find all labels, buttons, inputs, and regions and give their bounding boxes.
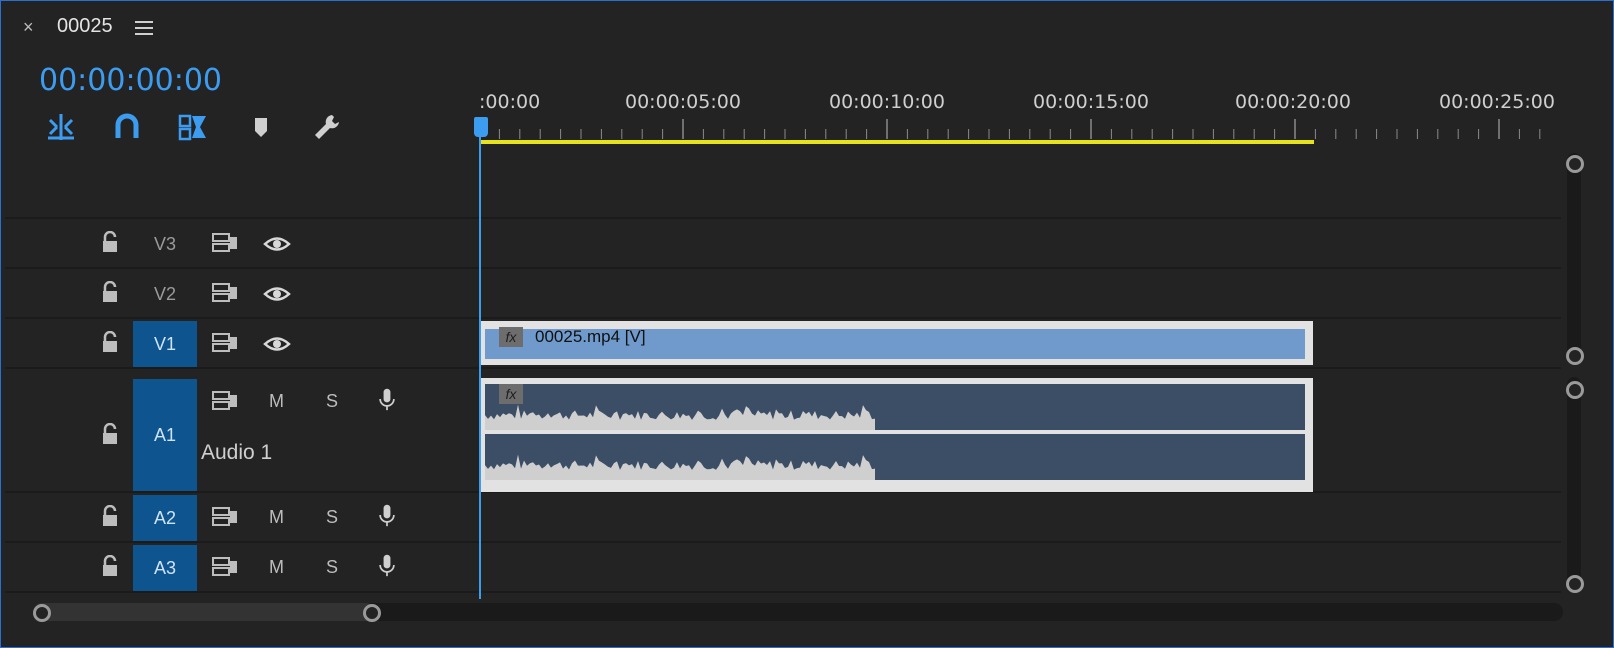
timeline-panel: × 00025 00:00:00:00 :00:00 00:00:05:00 0…	[0, 0, 1614, 648]
scrollbar-knob[interactable]	[1566, 347, 1584, 365]
playhead-handle[interactable]	[474, 117, 488, 137]
microphone-icon[interactable]	[373, 387, 401, 411]
audio-waveform	[485, 404, 875, 430]
track-label-v2[interactable]: V2	[133, 271, 197, 317]
track-lock-icon[interactable]	[101, 555, 121, 577]
solo-button[interactable]: S	[326, 507, 338, 528]
linked-selection-icon[interactable]	[177, 111, 209, 143]
mute-button[interactable]: M	[269, 557, 284, 578]
ruler-label: 00:00:25:00	[1439, 91, 1555, 113]
track-lock-icon[interactable]	[101, 331, 121, 353]
horizontal-scroll-thumb[interactable]	[33, 603, 375, 621]
eye-icon[interactable]	[263, 232, 291, 256]
track-label-v1[interactable]: V1	[133, 321, 197, 367]
track-label-a3[interactable]: A3	[133, 545, 197, 591]
playhead-timecode[interactable]: 00:00:00:00	[39, 63, 222, 98]
track-lock-icon[interactable]	[101, 231, 121, 253]
audio-clip[interactable]: fx	[479, 378, 1313, 492]
track-lock-icon[interactable]	[101, 281, 121, 303]
hamburger-icon[interactable]	[135, 21, 153, 39]
track-spacer	[5, 147, 1561, 219]
audio-waveform	[485, 454, 875, 480]
fx-badge: fx	[499, 384, 523, 404]
ruler-label: :00:00	[479, 91, 541, 113]
mute-button[interactable]: M	[269, 391, 284, 412]
track-lock-icon[interactable]	[101, 423, 121, 445]
video-clip-name: 00025.mp4 [V]	[535, 327, 646, 346]
fx-badge: fx	[499, 327, 523, 347]
microphone-icon[interactable]	[373, 503, 401, 527]
audio-tracks-scrollbar[interactable]	[1567, 377, 1581, 591]
video-clip[interactable]: fx 00025.mp4 [V]	[479, 321, 1313, 365]
mute-button[interactable]: M	[269, 507, 284, 528]
add-marker-icon[interactable]	[245, 111, 277, 143]
audio-channel-1	[485, 384, 1305, 430]
work-area-bar[interactable]	[479, 140, 1314, 144]
track-label-a1[interactable]: A1	[133, 379, 197, 491]
sync-lock-icon[interactable]	[211, 281, 239, 305]
ruler-label: 00:00:15:00	[1033, 91, 1149, 113]
playhead-line[interactable]	[479, 137, 481, 599]
solo-button[interactable]: S	[326, 557, 338, 578]
track-label-a2[interactable]: A2	[133, 495, 197, 541]
microphone-icon[interactable]	[373, 553, 401, 577]
panel-tab-bar: × 00025	[1, 1, 1613, 55]
sync-lock-icon[interactable]	[211, 555, 239, 579]
sync-lock-icon[interactable]	[211, 389, 239, 413]
eye-icon[interactable]	[263, 332, 291, 356]
solo-button[interactable]: S	[326, 391, 338, 412]
ruler-label: 00:00:20:00	[1235, 91, 1351, 113]
insert-overwrite-icon[interactable]	[45, 111, 77, 143]
close-icon[interactable]: ×	[23, 17, 34, 38]
audio-channel-2	[485, 434, 1305, 480]
sequence-title[interactable]: 00025	[57, 15, 113, 38]
track-label-v3[interactable]: V3	[133, 221, 197, 267]
scrollbar-knob[interactable]	[1566, 575, 1584, 593]
ruler-label: 00:00:05:00	[625, 91, 741, 113]
snap-magnet-icon[interactable]	[111, 111, 143, 143]
zoom-handle-left[interactable]	[33, 604, 51, 622]
sync-lock-icon[interactable]	[211, 231, 239, 255]
sync-lock-icon[interactable]	[211, 331, 239, 355]
scrollbar-knob[interactable]	[1566, 381, 1584, 399]
ruler-label: 00:00:10:00	[829, 91, 945, 113]
time-ruler[interactable]	[479, 119, 1559, 141]
eye-icon[interactable]	[263, 282, 291, 306]
zoom-handle-right[interactable]	[363, 604, 381, 622]
audio-track-name[interactable]: Audio 1	[201, 441, 272, 465]
video-tracks-scrollbar[interactable]	[1567, 153, 1581, 359]
track-lock-icon[interactable]	[101, 505, 121, 527]
wrench-settings-icon[interactable]	[311, 111, 343, 143]
scrollbar-knob[interactable]	[1566, 155, 1584, 173]
sync-lock-icon[interactable]	[211, 505, 239, 529]
